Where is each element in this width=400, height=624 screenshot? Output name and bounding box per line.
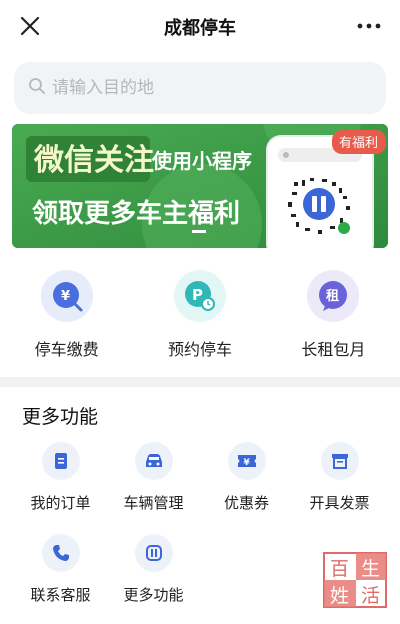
my-orders-label: 我的订单 <box>30 494 91 512</box>
reserve-parking-label: 预约停车 <box>167 340 232 359</box>
more-functions-title: 更多功能 <box>22 406 99 428</box>
phone-icon <box>41 534 80 572</box>
monthly-rent-icon: 租 <box>307 270 360 322</box>
my-orders-button[interactable]: 我的订单 <box>14 442 107 534</box>
parking-fee-button[interactable]: ¥ 停车缴费 <box>0 270 133 370</box>
invoice-button[interactable]: 开具发票 <box>293 442 386 534</box>
banner-line1: 微信关注 <box>33 143 154 178</box>
search-input[interactable] <box>52 78 352 98</box>
svg-text:¥: ¥ <box>61 289 70 304</box>
svg-text:租: 租 <box>326 289 339 304</box>
search-icon <box>28 77 46 99</box>
banner-line2: 领取更多车主福利 <box>32 198 240 229</box>
vehicle-management-label: 车辆管理 <box>123 494 184 512</box>
svg-text:百: 百 <box>330 558 349 580</box>
page-title: 成都停车 <box>164 18 236 39</box>
qr-code-icon <box>285 170 353 238</box>
car-icon <box>134 442 173 480</box>
monthly-rent-label: 长租包月 <box>301 340 366 359</box>
monthly-rent-button[interactable]: 租 长租包月 <box>267 270 400 370</box>
more-apps-icon <box>134 534 173 572</box>
coupon-button[interactable]: ¥ 优惠券 <box>200 442 293 534</box>
parking-fee-icon: ¥ <box>40 270 93 322</box>
more-apps-label: 更多功能 <box>123 586 184 604</box>
coupon-label: 优惠券 <box>223 494 269 512</box>
reserve-parking-button[interactable]: P 预约停车 <box>133 270 266 370</box>
customer-service-label: 联系客服 <box>30 586 91 604</box>
more-options-icon[interactable] <box>356 14 382 38</box>
invoice-icon <box>320 442 359 480</box>
svg-text:¥: ¥ <box>243 458 250 468</box>
svg-text:姓: 姓 <box>330 585 349 607</box>
reserve-parking-icon: P <box>173 270 226 322</box>
watermark-seal: 百 生 姓 活 <box>322 551 388 609</box>
promo-banner[interactable]: 微信关注 使用小程序 领取更多车主福利 有福利 <box>12 124 388 248</box>
svg-text:P: P <box>192 286 203 304</box>
banner-badge: 有福利 <box>339 136 378 151</box>
search-bar[interactable] <box>14 62 386 114</box>
quick-actions: ¥ 停车缴费 P 预约停车 租 长租包月 <box>0 270 400 370</box>
customer-service-button[interactable]: 联系客服 <box>14 534 107 624</box>
banner-line1b: 使用小程序 <box>151 149 252 173</box>
coupon-icon: ¥ <box>227 442 266 480</box>
svg-text:生: 生 <box>361 558 380 580</box>
invoice-label: 开具发票 <box>309 494 370 512</box>
order-icon <box>41 442 80 480</box>
vehicle-management-button[interactable]: 车辆管理 <box>107 442 200 534</box>
more-apps-button[interactable]: 更多功能 <box>107 534 200 624</box>
header-bar: 成都停车 <box>0 0 400 52</box>
parking-fee-label: 停车缴费 <box>34 340 99 359</box>
svg-text:活: 活 <box>361 585 380 607</box>
section-divider <box>0 377 400 387</box>
